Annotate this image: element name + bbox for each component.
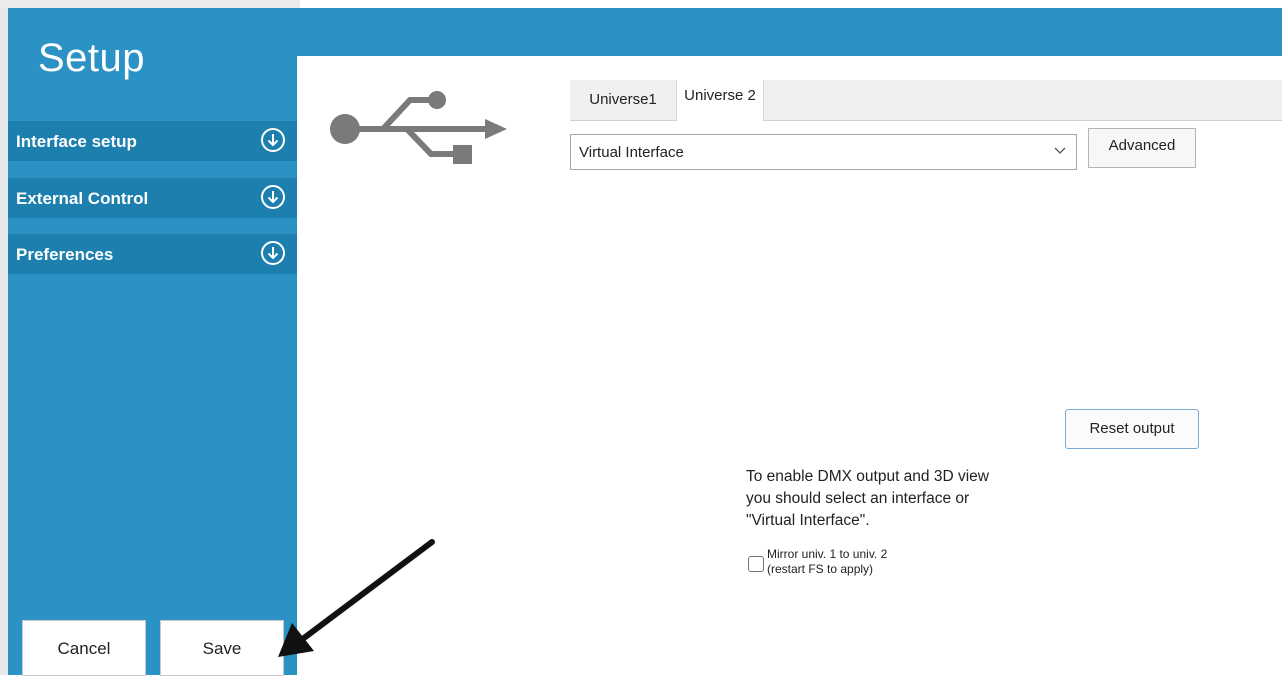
advanced-button[interactable]: Advanced	[1088, 128, 1196, 168]
sidebar: Setup Interface setup External Control P…	[8, 8, 297, 676]
mirror-checkbox-label: Mirror univ. 1 to univ. 2 (restart FS to…	[767, 547, 887, 577]
annotation-arrow-icon	[278, 539, 435, 657]
save-button[interactable]: Save	[160, 620, 284, 676]
sidebar-item-label: External Control	[16, 189, 149, 208]
cancel-button[interactable]: Cancel	[22, 620, 146, 676]
reset-output-button[interactable]: Reset output	[1065, 409, 1199, 449]
tab-universe1[interactable]: Universe1	[570, 80, 676, 120]
arrow-down-circle-icon	[261, 185, 285, 209]
arrow-down-circle-icon	[261, 128, 285, 152]
usb-icon	[330, 91, 507, 164]
window-frame-left	[0, 0, 8, 675]
interface-select[interactable]: Virtual Interface	[570, 134, 1077, 170]
tab-universe-2[interactable]: Universe 2	[676, 80, 764, 121]
universe-tabs: Universe1 Universe 2	[570, 80, 1282, 122]
dmx-info-text: To enable DMX output and 3D view you sho…	[746, 466, 1046, 532]
sidebar-item-preferences[interactable]: Preferences	[8, 234, 297, 275]
info-line: To enable DMX output and 3D view	[746, 468, 989, 485]
header-bar	[297, 8, 1282, 56]
sidebar-item-label: Preferences	[16, 245, 114, 264]
sidebar-item-interface-setup[interactable]: Interface setup	[8, 121, 297, 162]
mirror-label-line1: Mirror univ. 1 to univ. 2	[767, 547, 888, 561]
interface-select-value: Virtual Interface	[579, 144, 684, 161]
info-line: you should select an interface or	[746, 490, 970, 507]
info-line: "Virtual Interface".	[746, 512, 870, 529]
arrow-down-circle-icon	[261, 241, 285, 265]
window-frame-top	[0, 0, 300, 8]
mirror-checkbox[interactable]	[748, 556, 764, 572]
sidebar-title: Setup	[38, 36, 146, 80]
mirror-label-line2: (restart FS to apply)	[767, 562, 874, 576]
chevron-down-icon	[1054, 147, 1066, 154]
sidebar-item-label: Interface setup	[16, 132, 137, 151]
sidebar-item-external-control[interactable]: External Control	[8, 178, 297, 219]
